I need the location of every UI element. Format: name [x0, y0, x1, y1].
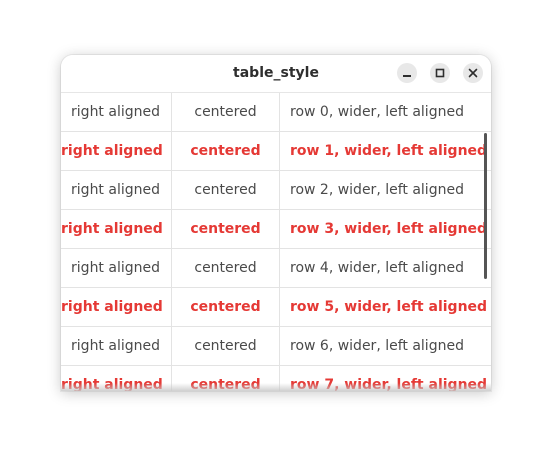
title-bar[interactable]: table_style: [61, 55, 491, 93]
cell-left-aligned: row 1, wider, left aligned: [279, 132, 491, 170]
cell-right-aligned: right aligned: [61, 249, 170, 287]
cell-left-aligned: row 5, wider, left aligned: [279, 288, 491, 326]
cell-right-aligned: right aligned: [61, 132, 170, 170]
cell-left-aligned: row 0, wider, left aligned: [279, 93, 491, 131]
vertical-scrollbar[interactable]: [484, 133, 487, 279]
cell-text: right aligned: [61, 221, 163, 237]
cell-centered: centered: [171, 249, 279, 287]
table-view[interactable]: right aligned centered row 0, wider, left …: [61, 93, 491, 391]
table-row[interactable]: right aligned centered row 1, wider, left …: [61, 132, 491, 171]
cell-left-aligned: row 4, wider, left aligned: [279, 249, 491, 287]
cell-centered: centered: [171, 210, 279, 248]
table-row[interactable]: right aligned centered row 2, wider, left …: [61, 171, 491, 210]
cell-right-aligned: right aligned: [61, 288, 170, 326]
close-icon: [468, 68, 478, 78]
cell-text: right aligned: [71, 338, 160, 354]
cell-text: right aligned: [71, 260, 160, 276]
cell-text: right aligned: [71, 182, 160, 198]
cell-right-aligned: right aligned: [61, 327, 170, 365]
cell-text: right aligned: [71, 104, 160, 120]
cell-centered: centered: [171, 288, 279, 326]
cell-text: right aligned: [61, 143, 163, 159]
window-title: table_style: [233, 65, 319, 81]
cell-left-aligned: row 2, wider, left aligned: [279, 171, 491, 209]
cell-centered: centered: [171, 132, 279, 170]
app-window: table_style right aligned centered row 0, …: [61, 55, 491, 391]
minimize-icon: [403, 75, 411, 77]
cell-left-aligned: row 6, wider, left aligned: [279, 327, 491, 365]
cell-right-aligned: right aligned: [61, 171, 170, 209]
scroll-overflow-shade: [61, 383, 491, 391]
table-row[interactable]: right aligned centered row 6, wider, left …: [61, 327, 491, 366]
cell-centered: centered: [171, 327, 279, 365]
cell-centered: centered: [171, 93, 279, 131]
cell-left-aligned: row 3, wider, left aligned: [279, 210, 491, 248]
table-row[interactable]: right aligned centered row 3, wider, left …: [61, 210, 491, 249]
table-row[interactable]: right aligned centered row 4, wider, left …: [61, 249, 491, 288]
maximize-button[interactable]: [430, 63, 450, 83]
cell-right-aligned: right aligned: [61, 210, 170, 248]
minimize-button[interactable]: [397, 63, 417, 83]
cell-text: right aligned: [61, 299, 163, 315]
table-row[interactable]: right aligned centered row 5, wider, left …: [61, 288, 491, 327]
close-button[interactable]: [463, 63, 483, 83]
cell-right-aligned: right aligned: [61, 93, 170, 131]
table-row[interactable]: right aligned centered row 0, wider, left …: [61, 93, 491, 132]
cell-centered: centered: [171, 171, 279, 209]
maximize-icon: [435, 68, 445, 78]
